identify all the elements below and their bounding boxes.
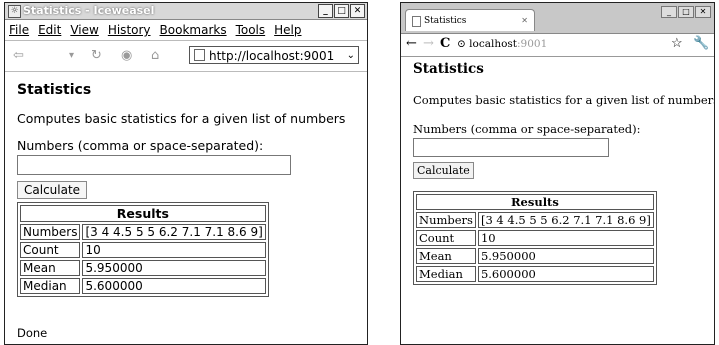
page-icon: ⊙ (457, 38, 470, 50)
table-row: Median 5.600000 (20, 278, 266, 294)
page-description: Computes basic statistics for a given li… (17, 111, 346, 126)
navigation-toolbar: ⇦ ▾ ↻ ◉ ⌂ http://localhost:9001 ⌄ (5, 41, 367, 72)
minimize-button[interactable]: _ (661, 6, 677, 18)
row-label: Mean (20, 260, 81, 276)
menu-help[interactable]: Help (274, 20, 301, 40)
numbers-label: Numbers (comma or space-separated): (413, 122, 641, 136)
row-value: 10 (477, 230, 654, 246)
back-arrow-icon[interactable]: ⇦ (13, 48, 24, 63)
menu-bookmarks[interactable]: Bookmarks (160, 20, 227, 40)
menu-bar: File Edit View History Bookmarks Tools H… (5, 20, 367, 41)
row-value: 10 (82, 242, 266, 258)
maximize-button[interactable]: □ (678, 6, 694, 18)
row-label: Mean (416, 248, 476, 264)
results-table: Results Numbers [3 4 4.5 5 5 6.2 7.1 7.1… (17, 202, 269, 297)
menu-edit[interactable]: Edit (38, 20, 61, 40)
row-label: Numbers (416, 212, 476, 228)
calculate-button[interactable]: Calculate (17, 181, 88, 199)
home-icon[interactable]: ⌂ (151, 48, 159, 63)
row-label: Median (20, 278, 81, 294)
status-bar-text: Done (17, 326, 48, 340)
tab-title: Statistics (424, 16, 467, 26)
chrome-window: Statistics ✕ _ □ ✕ ← → C ⊙ localhost:900… (400, 2, 715, 345)
numbers-input[interactable] (17, 155, 291, 175)
title-bar: ☼ Statistics - Iceweasel _ □ ✕ (5, 3, 367, 20)
table-row: Median 5.600000 (416, 266, 654, 282)
menu-tools[interactable]: Tools (236, 20, 266, 40)
tab-strip: Statistics ✕ _ □ ✕ (401, 3, 714, 34)
app-icon: ☼ (8, 5, 21, 18)
menu-view[interactable]: View (70, 20, 98, 40)
stop-icon[interactable]: ◉ (121, 48, 132, 63)
page-content: Statistics Computes basic statistics for… (401, 57, 714, 285)
wrench-icon[interactable]: 🔧 (693, 36, 709, 51)
row-value: 5.600000 (477, 266, 654, 282)
window-title: Statistics - Iceweasel (23, 4, 155, 17)
page-icon (412, 16, 421, 27)
reload-icon[interactable]: C (440, 36, 450, 51)
page-heading: Statistics (17, 82, 92, 98)
back-arrow-icon[interactable]: ← (406, 36, 417, 51)
table-row: Numbers [3 4 4.5 5 5 6.2 7.1 7.1 8.6 9] (416, 212, 654, 228)
close-button[interactable]: ✕ (350, 4, 365, 18)
url-dropdown-icon[interactable]: ⌄ (347, 47, 355, 65)
url-bar[interactable]: http://localhost:9001 ⌄ (189, 46, 359, 64)
page-content: Statistics Computes basic statistics for… (5, 72, 367, 297)
star-icon[interactable]: ☆ (671, 36, 683, 51)
url-host: localhost (469, 38, 518, 50)
row-label: Numbers (20, 224, 81, 240)
tab-statistics[interactable]: Statistics ✕ (405, 9, 535, 31)
results-header: Results (20, 205, 266, 222)
maximize-button[interactable]: □ (334, 4, 349, 18)
table-row: Mean 5.950000 (416, 248, 654, 264)
results-table: Results Numbers [3 4 4.5 5 5 6.2 7.1 7.1… (413, 191, 657, 285)
navigation-toolbar: ← → C ⊙ localhost:9001 ☆ 🔧 (401, 34, 714, 57)
page-description: Computes basic statistics for a given li… (413, 93, 715, 107)
table-row: Count 10 (20, 242, 266, 258)
row-label: Count (416, 230, 476, 246)
forward-arrow-icon[interactable]: → (423, 36, 434, 51)
row-value: 5.600000 (82, 278, 266, 294)
url-text: http://localhost:9001 (209, 49, 335, 63)
numbers-label: Numbers (comma or space-separated): (17, 138, 264, 153)
calculate-button[interactable]: Calculate (413, 162, 474, 179)
numbers-input[interactable] (413, 138, 609, 157)
row-value: [3 4 4.5 5 5 6.2 7.1 7.1 8.6 9] (82, 224, 266, 240)
table-row: Count 10 (416, 230, 654, 246)
iceweasel-window: ☼ Statistics - Iceweasel _ □ ✕ File Edit… (4, 2, 368, 345)
table-row: Mean 5.950000 (20, 260, 266, 276)
menu-history[interactable]: History (108, 20, 151, 40)
url-port: :9001 (517, 38, 548, 50)
close-tab-icon[interactable]: ✕ (521, 10, 528, 32)
omnibox[interactable]: ⊙ localhost:9001 (457, 38, 547, 50)
history-dropdown-icon[interactable]: ▾ (69, 50, 74, 61)
row-label: Count (20, 242, 81, 258)
reload-icon[interactable]: ↻ (91, 48, 102, 63)
page-heading: Statistics (413, 61, 484, 77)
table-row: Numbers [3 4 4.5 5 5 6.2 7.1 7.1 8.6 9] (20, 224, 266, 240)
menu-file[interactable]: File (9, 20, 29, 40)
row-value: 5.950000 (477, 248, 654, 264)
row-value: 5.950000 (82, 260, 266, 276)
close-button[interactable]: ✕ (695, 6, 711, 18)
minimize-button[interactable]: _ (318, 4, 333, 18)
row-label: Median (416, 266, 476, 282)
results-header: Results (416, 194, 654, 210)
row-value: [3 4 4.5 5 5 6.2 7.1 7.1 8.6 9] (477, 212, 654, 228)
page-icon (194, 49, 205, 61)
